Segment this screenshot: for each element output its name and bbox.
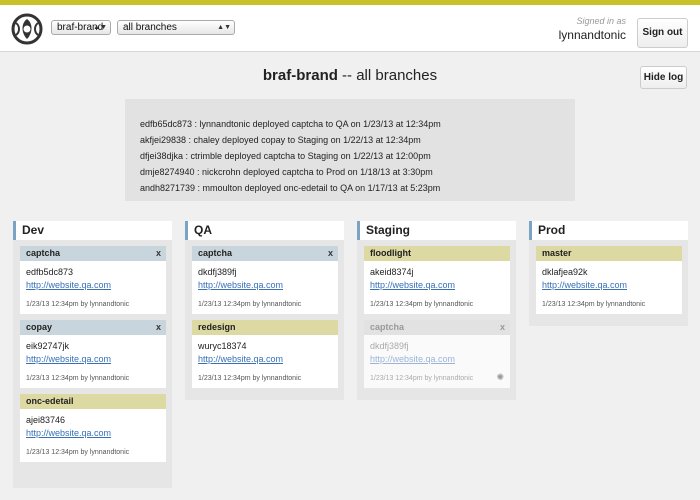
commit-hash: edfb5dc873 [26,267,74,277]
page-title-repo: braf-brand [262,67,338,84]
site-link[interactable]: http://website.qa.com [26,428,160,439]
branch-select-value: all branches [123,22,177,33]
commit-hash: akeid8374j [370,267,414,277]
deploy-meta: 1/23/13 12:34pm by lynnandtonic [370,375,474,382]
card-header: redesign [192,320,338,335]
commit-hash: dklafjea92k [542,267,588,277]
site-link[interactable]: http://website.qa.com [198,280,332,291]
deploy-meta: 1/23/13 12:34pm by lynnandtonic [542,301,646,308]
branch-name: captcha [370,322,405,332]
deploy-meta: 1/23/13 12:34pm by lynnandtonic [26,301,130,308]
close-icon[interactable]: x [156,320,161,335]
page-title-branches: -- all branches [337,67,438,84]
card-header: captcha x [364,320,510,335]
signed-in-info: Signed in as lynnandtonic [559,16,626,42]
hide-log-button[interactable]: Hide log [640,66,687,89]
chevron-updown-icon: ▲▼ [217,24,231,31]
column-title: Prod [529,221,688,240]
username: lynnandtonic [558,28,626,42]
site-link[interactable]: http://website.qa.com [26,354,160,365]
column-body: master dklafjea92k http://website.qa.com… [529,240,688,326]
close-icon[interactable]: x [500,320,505,335]
branch-card[interactable]: master dklafjea92k http://website.qa.com… [536,246,682,314]
branch-card[interactable]: captcha x edfb5dc873 http://website.qa.c… [20,246,166,314]
card-body: eik92747jk http://website.qa.com 1/23/13… [20,335,166,388]
branch-name: captcha [26,248,61,258]
card-header: captcha x [192,246,338,261]
branch-card[interactable]: floodlight akeid8374j http://website.qa.… [364,246,510,314]
branch-name: onc-edetail [26,396,74,406]
card-body: wuryc18374 http://website.qa.com 1/23/13… [192,335,338,388]
card-body: akeid8374j http://website.qa.com 1/23/13… [364,261,510,314]
repo-select[interactable]: braf-brand ▲▼ [51,20,111,35]
card-header: captcha x [20,246,166,261]
commit-hash: wuryc18374 [198,341,247,351]
deploy-meta: 1/23/13 12:34pm by lynnandtonic [26,375,130,382]
app-logo-icon[interactable] [11,13,43,45]
branch-card[interactable]: redesign wuryc18374 http://website.qa.co… [192,320,338,388]
deploy-log: edfb65dc873 : lynnandtonic deployed capt… [125,99,575,201]
column-title: QA [185,221,344,240]
column-title: Dev [13,221,172,240]
branch-select[interactable]: all branches ▲▼ [117,20,235,35]
column-body: captcha x dkdfj389fj http://website.qa.c… [185,240,344,400]
card-body: ajei83746 http://website.qa.com 1/23/13 … [20,409,166,462]
branch-name: copay [26,322,53,332]
card-header: master [536,246,682,261]
card-header: onc-edetail [20,394,166,409]
column-body: floodlight akeid8374j http://website.qa.… [357,240,516,400]
log-entry: akfjei29838 : chaley deployed copay to S… [140,135,421,145]
commit-hash: dkdfj389fj [198,267,237,277]
deploy-meta: 1/23/13 12:34pm by lynnandtonic [370,301,474,308]
log-entry: edfb65dc873 : lynnandtonic deployed capt… [140,119,441,129]
card-header: floodlight [364,246,510,261]
card-body: edfb5dc873 http://website.qa.com 1/23/13… [20,261,166,314]
column-qa: QA captcha x dkdfj389fj http://website.q… [185,221,344,400]
top-bar: braf-brand ▲▼ all branches ▲▼ Signed in … [0,5,700,52]
log-entry: andh8271739 : mmoulton deployed onc-edet… [140,183,441,193]
close-icon[interactable]: x [156,246,161,261]
branch-card-deploying[interactable]: captcha x dkdfj389fj http://website.qa.c… [364,320,510,388]
log-entry: dmje8274940 : nickcrohn deployed captcha… [140,167,433,177]
branch-name: master [542,248,572,258]
site-link[interactable]: http://website.qa.com [26,280,160,291]
card-body: dklafjea92k http://website.qa.com 1/23/1… [536,261,682,314]
card-header: copay x [20,320,166,335]
site-link[interactable]: http://website.qa.com [370,354,504,365]
deploy-meta: 1/23/13 12:34pm by lynnandtonic [26,449,130,456]
commit-hash: ajei83746 [26,415,66,425]
site-link[interactable]: http://website.qa.com [370,280,504,291]
commit-hash: dkdfj389fj [370,341,409,351]
site-link[interactable]: http://website.qa.com [198,354,332,365]
site-link[interactable]: http://website.qa.com [542,280,676,291]
branch-name: redesign [198,322,236,332]
deploy-meta: 1/23/13 12:34pm by lynnandtonic [198,301,302,308]
branch-name: captcha [198,248,233,258]
branch-card[interactable]: copay x eik92747jk http://website.qa.com… [20,320,166,388]
log-entry: dfjei38djka : ctrimble deployed captcha … [140,151,431,161]
column-body: captcha x edfb5dc873 http://website.qa.c… [13,240,172,488]
signed-in-label: Signed in as [576,16,626,26]
column-prod: Prod master dklafjea92k http://website.q… [529,221,688,326]
column-title: Staging [357,221,516,240]
chevron-updown-icon: ▲▼ [93,24,107,31]
loading-spinner-icon: ✺ [496,372,504,382]
card-body: dkdfj389fj http://website.qa.com 1/23/13… [192,261,338,314]
page-title: braf-brand -- all branches [0,67,700,84]
close-icon[interactable]: x [328,246,333,261]
card-body: dkdfj389fj http://website.qa.com 1/23/13… [364,335,510,388]
column-staging: Staging floodlight akeid8374j http://web… [357,221,516,400]
branch-card[interactable]: captcha x dkdfj389fj http://website.qa.c… [192,246,338,314]
branch-name: floodlight [370,248,411,258]
column-dev: Dev captcha x edfb5dc873 http://website.… [13,221,172,488]
commit-hash: eik92747jk [26,341,70,351]
deploy-meta: 1/23/13 12:34pm by lynnandtonic [198,375,302,382]
sign-out-button[interactable]: Sign out [637,18,688,48]
branch-card[interactable]: onc-edetail ajei83746 http://website.qa.… [20,394,166,462]
